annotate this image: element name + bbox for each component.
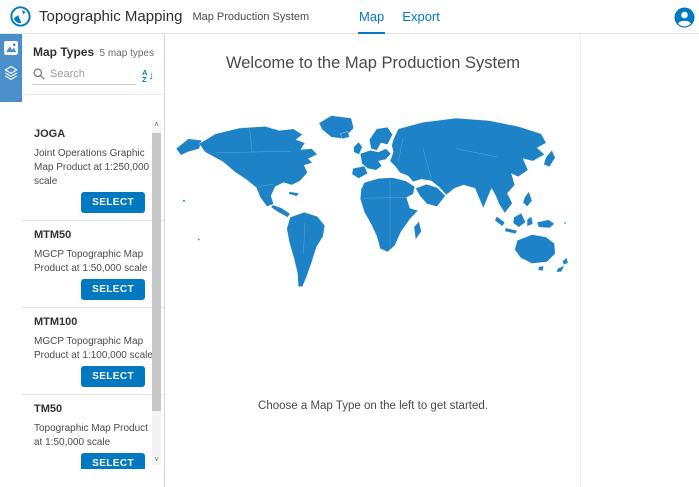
list-item-tm50: TM50 Topographic Map Product at 1:50,000… (22, 395, 164, 469)
scrollbar-thumb[interactable] (152, 133, 161, 411)
search-icon (33, 68, 45, 80)
panel-title: Map Types (33, 45, 94, 59)
app-subtitle: Map Production System (192, 11, 309, 23)
map-type-description: MGCP Topographic Map Product at 1:50,000… (34, 248, 153, 276)
tool-strip (0, 34, 22, 102)
search-input[interactable] (50, 68, 120, 80)
sort-letter-z: Z (142, 77, 147, 84)
search-row: A Z ↓ (33, 68, 154, 85)
app-logo-icon (10, 6, 31, 27)
select-button-mtm100[interactable]: SELECT (81, 366, 145, 387)
map-types-header: Map Types 5 map types (22, 34, 164, 59)
select-button-joga[interactable]: SELECT (81, 192, 145, 213)
map-type-list: JOGA Joint Operations Graphic Map Produc… (22, 120, 164, 469)
layers-tool-icon[interactable] (2, 64, 20, 82)
map-type-description: MGCP Topographic Map Product at 1:100,00… (34, 335, 153, 363)
select-button-mtm50[interactable]: SELECT (81, 279, 145, 300)
map-type-name: MTM100 (34, 315, 152, 329)
map-types-panel: Map Types 5 map types A Z ↓ JOGA Joint O… (22, 34, 165, 487)
map-type-description: Joint Operations Graphic Map Product at … (34, 147, 153, 189)
divider (22, 94, 164, 95)
instruction-text: Choose a Map Type on the left to get sta… (166, 400, 580, 412)
map-type-name: TM50 (34, 402, 152, 416)
select-button-tm50[interactable]: SELECT (81, 453, 145, 469)
header-tabs: Map Export (358, 0, 441, 34)
tab-map[interactable]: Map (358, 0, 385, 34)
world-map-image (167, 99, 580, 314)
app-title: Topographic Mapping (39, 8, 182, 25)
welcome-title: Welcome to the Map Production System (166, 54, 580, 73)
map-product-tool-icon[interactable] (2, 39, 20, 57)
map-type-name: MTM50 (34, 228, 152, 242)
tab-export[interactable]: Export (401, 0, 441, 34)
welcome-panel: Welcome to the Map Production System (166, 34, 581, 487)
list-item-mtm50: MTM50 MGCP Topographic Map Product at 1:… (22, 221, 164, 308)
account-icon[interactable] (674, 7, 695, 28)
sort-alphabetical-icon[interactable]: A Z ↓ (142, 70, 154, 85)
sidebar-scrollbar[interactable]: ∧ ∨ (152, 120, 161, 465)
search-field[interactable] (33, 68, 136, 85)
list-item-joga: JOGA Joint Operations Graphic Map Produc… (22, 120, 164, 221)
scroll-up-icon[interactable]: ∧ (154, 120, 159, 130)
list-item-mtm100: MTM100 MGCP Topographic Map Product at 1… (22, 308, 164, 395)
scroll-down-icon[interactable]: ∨ (154, 455, 159, 465)
map-type-name: JOGA (34, 127, 152, 141)
app-header: Topographic Mapping Map Production Syste… (0, 0, 699, 34)
map-type-description: Topographic Map Product at 1:50,000 scal… (34, 422, 153, 450)
sort-arrow: ↓ (149, 71, 155, 82)
map-types-count: 5 map types (100, 48, 154, 59)
